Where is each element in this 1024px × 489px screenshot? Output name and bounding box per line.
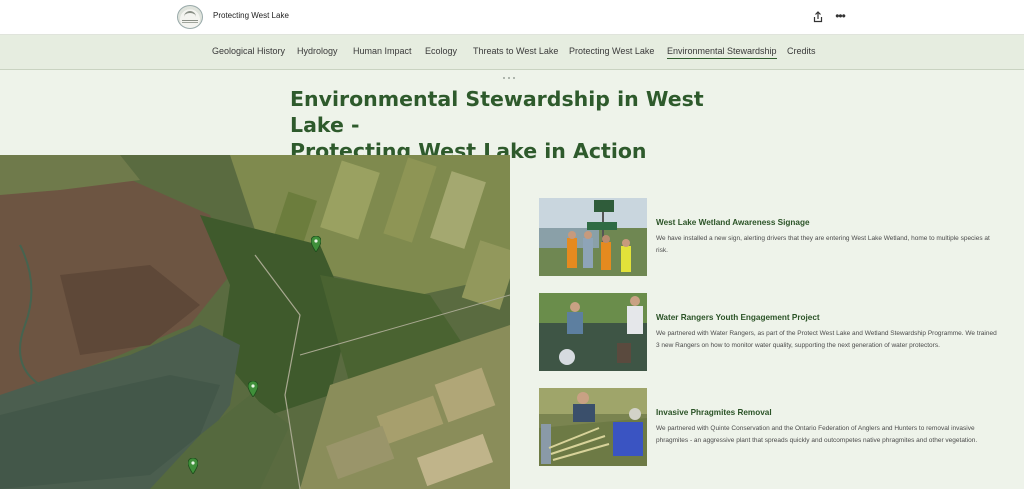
nav-item-credits[interactable]: Credits [787, 46, 816, 56]
scroll-indicator [503, 66, 523, 79]
satellite-map[interactable] [0, 155, 510, 489]
section-nav: Geological History Hydrology Human Impac… [0, 35, 1024, 70]
nav-item-human-impact[interactable]: Human Impact [353, 46, 412, 56]
nav-item-ecology[interactable]: Ecology [425, 46, 457, 56]
more-options-icon[interactable]: ••• [832, 10, 848, 24]
page-title-line-1: Environmental Stewardship in West Lake - [290, 87, 704, 137]
top-header: Protecting West Lake ••• [0, 0, 1024, 35]
satellite-imagery [0, 155, 510, 489]
card-phragmites-removal[interactable]: Invasive Phragmites Removal We partnered… [539, 388, 999, 466]
card-description: We have installed a new sign, alerting d… [656, 235, 990, 254]
card-title[interactable]: Water Rangers Youth Engagement Project [656, 313, 820, 322]
nav-item-geological-history[interactable]: Geological History [212, 46, 285, 56]
card-title[interactable]: Invasive Phragmites Removal [656, 408, 772, 417]
site-title[interactable]: Protecting West Lake [213, 11, 289, 20]
card-title[interactable]: West Lake Wetland Awareness Signage [656, 218, 810, 227]
nav-item-threats[interactable]: Threats to West Lake [473, 46, 558, 56]
map-pin-icon[interactable] [248, 381, 258, 397]
nav-item-protecting[interactable]: Protecting West Lake [569, 46, 654, 56]
nav-item-environmental-stewardship[interactable]: Environmental Stewardship [667, 46, 777, 59]
share-icon[interactable] [811, 10, 825, 24]
card-photo [539, 198, 647, 276]
card-wetland-signage[interactable]: West Lake Wetland Awareness Signage We h… [539, 198, 999, 276]
card-description: We partnered with Quinte Conservation an… [656, 425, 978, 444]
west-lake-logo-icon[interactable] [177, 5, 203, 29]
map-pin-icon[interactable] [188, 458, 198, 474]
card-photo [539, 293, 647, 371]
card-water-rangers[interactable]: Water Rangers Youth Engagement Project W… [539, 293, 999, 371]
map-pin-icon[interactable] [311, 236, 321, 252]
page-title: Environmental Stewardship in West Lake -… [290, 86, 760, 164]
nav-item-hydrology[interactable]: Hydrology [297, 46, 338, 56]
card-description: We partnered with Water Rangers, as part… [656, 330, 997, 349]
card-photo [539, 388, 647, 466]
